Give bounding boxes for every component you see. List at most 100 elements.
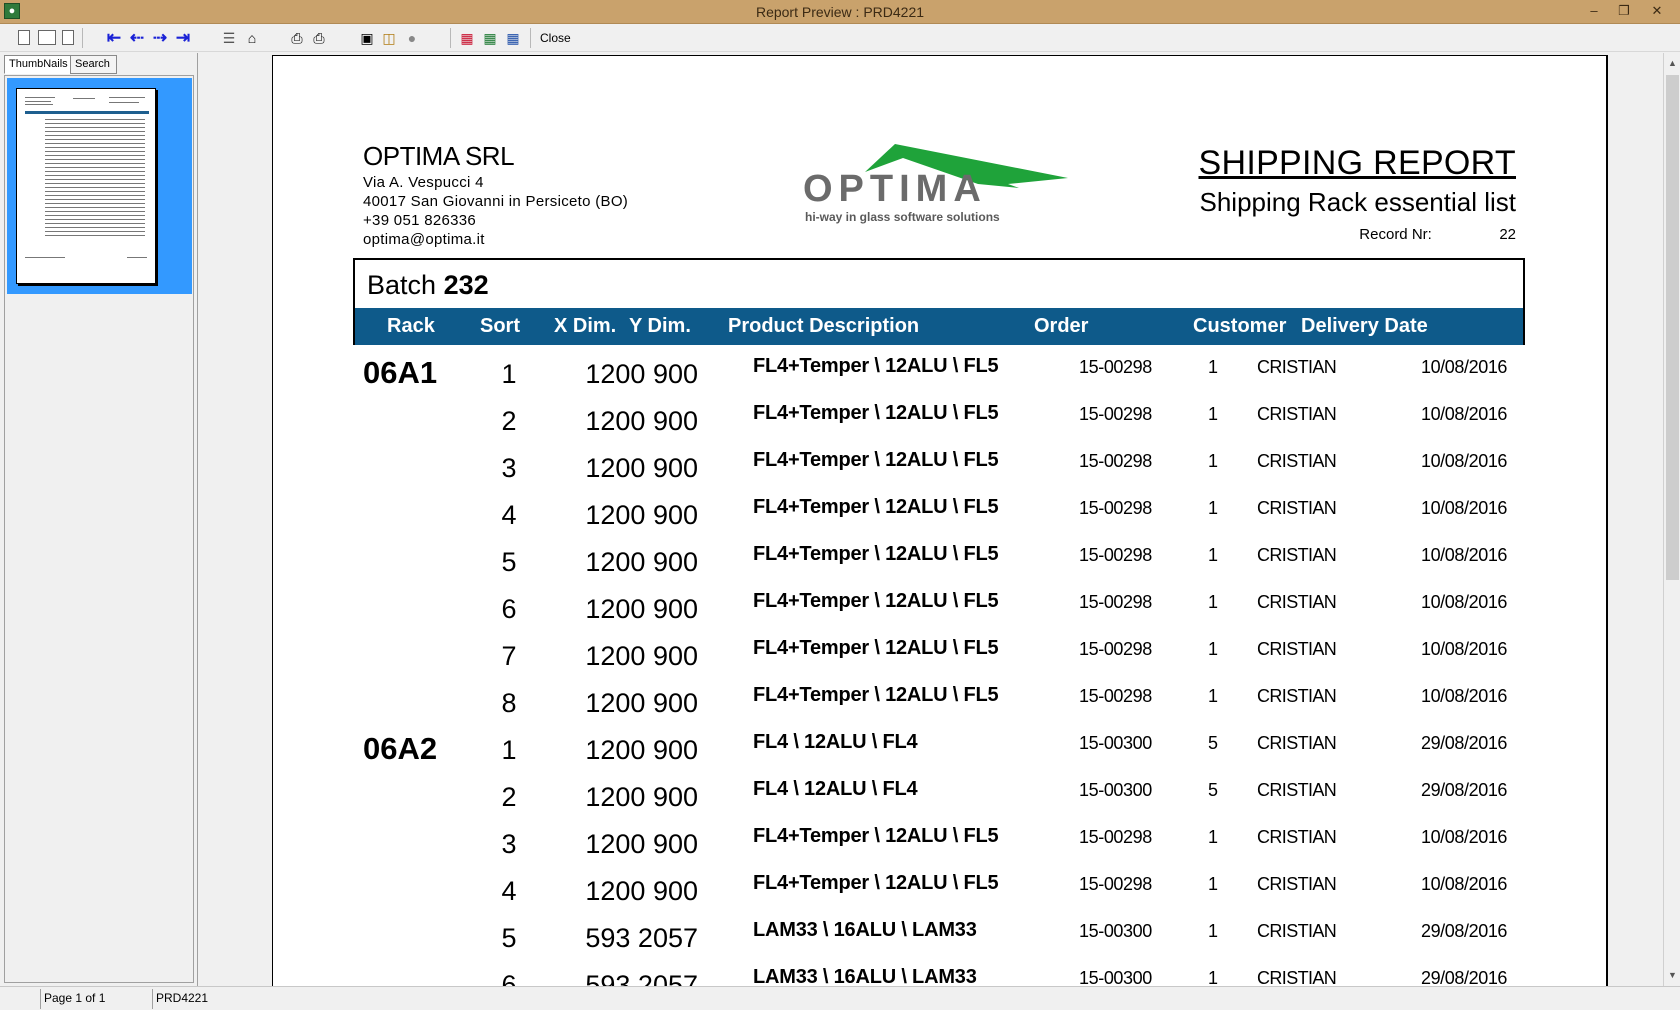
two-page-icon[interactable] bbox=[38, 30, 56, 45]
quantity-cell: 1 bbox=[1207, 686, 1218, 706]
order-cell: 15-00300 bbox=[1079, 733, 1152, 753]
customer-cell: CRISTIAN bbox=[1257, 639, 1337, 659]
sort-cell: 1 bbox=[501, 735, 517, 765]
dims-cell: 593 2057 bbox=[585, 923, 698, 953]
record-label: Record Nr: bbox=[1359, 226, 1432, 243]
dims-cell: 1200 900 bbox=[585, 735, 698, 765]
col-x-dim: X Dim. bbox=[554, 315, 617, 337]
previous-page-icon[interactable]: ⇠ bbox=[127, 29, 147, 47]
quantity-cell: 1 bbox=[1207, 592, 1218, 612]
dims-cell: 1200 900 bbox=[585, 641, 698, 671]
report-subtitle: Shipping Rack essential list bbox=[1199, 187, 1517, 217]
thumbnail-line bbox=[45, 151, 145, 152]
sort-cell: 4 bbox=[501, 500, 517, 530]
status-bar: Page 1 of 1 PRD4221 bbox=[0, 986, 1680, 1010]
stop-icon[interactable]: ● bbox=[403, 29, 421, 47]
tab-thumbnails[interactable]: ThumbNails bbox=[4, 55, 73, 74]
description-cell: FL4 \ 12ALU \ FL4 bbox=[753, 778, 918, 800]
description-cell: FL4+Temper \ 12ALU \ FL5 bbox=[753, 355, 999, 377]
table-row: 3 1200 900 FL4+Temper \ 12ALU \ FL5 15-0029… bbox=[353, 815, 1525, 862]
report-page: OPTIMA SRL Via A. Vespucci 4 40017 San G… bbox=[272, 55, 1608, 986]
tab-search-results[interactable]: Search Results bbox=[70, 55, 117, 87]
page-thumbnail[interactable] bbox=[16, 88, 156, 284]
thumbnail-line bbox=[127, 257, 147, 258]
order-cell: 15-00298 bbox=[1079, 357, 1152, 377]
goto-page-icon[interactable]: ☰ bbox=[220, 29, 238, 47]
find-icon[interactable]: ⌂ bbox=[243, 29, 261, 47]
table-row: 6 1200 900 FL4+Temper \ 12ALU \ FL5 15-0029… bbox=[353, 580, 1525, 627]
dims-cell: 1200 900 bbox=[585, 876, 698, 906]
description-cell: FL4+Temper \ 12ALU \ FL5 bbox=[753, 402, 999, 424]
order-cell: 15-00300 bbox=[1079, 780, 1152, 800]
scroll-down-icon[interactable]: ▼ bbox=[1664, 967, 1680, 984]
date-cell: 29/08/2016 bbox=[1420, 733, 1508, 753]
toolbar: ⇤ ⇠ ⇢ ⇥ ☰ ⌂ ⎙ ⎙ ▣ ◫ ● ▦ ▦ ▦ Close bbox=[0, 24, 1680, 52]
description-cell: LAM33 \ 16ALU \ LAM33 bbox=[753, 966, 977, 986]
order-cell: 15-00298 bbox=[1079, 639, 1152, 659]
minimize-icon[interactable]: – bbox=[1580, 2, 1608, 20]
customer-cell: CRISTIAN bbox=[1257, 451, 1337, 471]
order-cell: 15-00298 bbox=[1079, 874, 1152, 894]
description-cell: FL4 \ 12ALU \ FL4 bbox=[753, 731, 918, 753]
thumbnail-line bbox=[45, 159, 145, 160]
close-button[interactable]: Close bbox=[540, 31, 571, 45]
col-customer: Customer bbox=[1193, 315, 1287, 337]
order-cell: 15-00300 bbox=[1079, 921, 1152, 941]
quantity-cell: 1 bbox=[1207, 545, 1218, 565]
scroll-thumb[interactable] bbox=[1666, 75, 1679, 580]
window-title: Report Preview : PRD4221 bbox=[755, 4, 925, 20]
close-window-icon[interactable]: ✕ bbox=[1643, 2, 1671, 20]
date-cell: 10/08/2016 bbox=[1420, 498, 1508, 518]
thumbnail-line bbox=[109, 102, 139, 103]
dims-cell: 1200 900 bbox=[585, 359, 698, 389]
description-cell: FL4+Temper \ 12ALU \ FL5 bbox=[753, 590, 999, 612]
company-block: OPTIMA SRL Via A. Vespucci 4 40017 San G… bbox=[363, 141, 628, 248]
batch-heading: Batch 232 bbox=[367, 270, 489, 301]
thumbnail-line bbox=[25, 97, 55, 98]
order-cell: 15-00300 bbox=[1079, 968, 1152, 986]
vertical-scrollbar[interactable]: ▲ ▼ bbox=[1663, 53, 1680, 986]
scroll-up-icon[interactable]: ▲ bbox=[1664, 55, 1680, 72]
toolbar-separator bbox=[82, 28, 83, 48]
thumbnail-line bbox=[45, 215, 145, 216]
report-title: SHIPPING REPORT bbox=[1198, 144, 1516, 182]
table-row: 5 593 2057 LAM33 \ 16ALU \ LAM33 15-00300 1 C… bbox=[353, 909, 1525, 956]
col-order: Order bbox=[1034, 315, 1089, 337]
description-cell: FL4+Temper \ 12ALU \ FL5 bbox=[753, 496, 999, 518]
sort-cell: 2 bbox=[501, 406, 517, 436]
next-page-icon[interactable]: ⇢ bbox=[150, 29, 170, 47]
thumbnail-line bbox=[45, 179, 145, 180]
table-row: 3 1200 900 FL4+Temper \ 12ALU \ FL5 15-0029… bbox=[353, 439, 1525, 486]
thumbnail-line bbox=[45, 231, 145, 232]
export-word-icon[interactable]: ▦ bbox=[504, 29, 522, 47]
quantity-cell: 1 bbox=[1207, 498, 1218, 518]
table-row: 2 1200 900 FL4 \ 12ALU \ FL4 15-00300 5 CRIST… bbox=[353, 768, 1525, 815]
export-excel-icon[interactable]: ▦ bbox=[481, 29, 499, 47]
print-setup-icon[interactable]: ⎙ bbox=[288, 29, 306, 47]
title-bar: ● Report Preview : PRD4221 – ❐ ✕ bbox=[0, 0, 1680, 24]
sort-cell: 4 bbox=[501, 876, 517, 906]
print-icon[interactable]: ⎙ bbox=[310, 29, 328, 47]
thumbnail-line bbox=[45, 143, 145, 144]
thumbnail-line bbox=[45, 195, 145, 196]
batch-value: 232 bbox=[443, 270, 489, 300]
thumbnail-line bbox=[45, 207, 145, 208]
open-folder-icon[interactable]: ◫ bbox=[380, 29, 398, 47]
first-page-icon[interactable]: ⇤ bbox=[104, 29, 124, 47]
thumbnail-line bbox=[45, 135, 145, 136]
order-cell: 15-00298 bbox=[1079, 404, 1152, 424]
description-cell: FL4+Temper \ 12ALU \ FL5 bbox=[753, 872, 999, 894]
last-page-icon[interactable]: ⇥ bbox=[173, 29, 193, 47]
record-value: 22 bbox=[1499, 226, 1516, 243]
full-page-icon[interactable] bbox=[62, 30, 74, 45]
single-page-icon[interactable] bbox=[18, 30, 30, 45]
save-icon[interactable]: ▣ bbox=[358, 29, 376, 47]
table-row: 06A1 1 1200 900 FL4+Temper \ 12ALU \ FL5 15-… bbox=[353, 345, 1525, 392]
customer-cell: CRISTIAN bbox=[1257, 874, 1337, 894]
export-pdf-icon[interactable]: ▦ bbox=[458, 29, 476, 47]
preview-area[interactable]: OPTIMA SRL Via A. Vespucci 4 40017 San G… bbox=[198, 53, 1663, 986]
date-cell: 10/08/2016 bbox=[1420, 686, 1508, 706]
restore-icon[interactable]: ❐ bbox=[1610, 2, 1638, 20]
table-row: 06A2 1 1200 900 FL4 \ 12ALU \ FL4 15-00300 5 C… bbox=[353, 721, 1525, 768]
company-phone: +39 051 826336 bbox=[363, 212, 477, 229]
